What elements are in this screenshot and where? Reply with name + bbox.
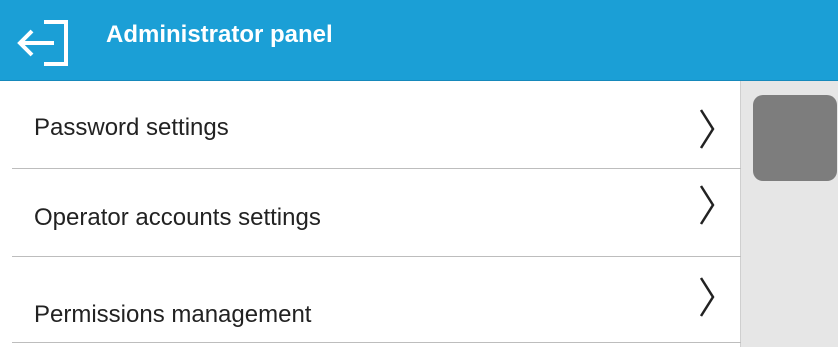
back-arrow-icon <box>17 20 68 66</box>
header-bar: Administrator panel <box>0 0 838 81</box>
menu-item-label: Password settings <box>34 114 229 141</box>
back-button[interactable] <box>14 16 80 70</box>
chevron-right-icon <box>699 277 715 317</box>
menu-item-label: Permissions management <box>34 301 312 328</box>
scrollbar-thumb[interactable] <box>753 95 837 181</box>
menu-item-operator-accounts-settings[interactable]: Operator accounts settings <box>12 169 741 257</box>
chevron-right-icon <box>699 109 715 149</box>
menu-item-password-settings[interactable]: Password settings <box>12 86 741 174</box>
menu-item-label: Operator accounts settings <box>34 204 321 231</box>
menu-divider <box>12 342 741 343</box>
administrator-panel-screen: Administrator panel Password settings Op… <box>0 0 838 347</box>
chevron-right-icon <box>699 185 715 225</box>
page-title: Administrator panel <box>106 21 333 48</box>
menu-item-permissions-management[interactable]: Permissions management <box>12 257 741 345</box>
